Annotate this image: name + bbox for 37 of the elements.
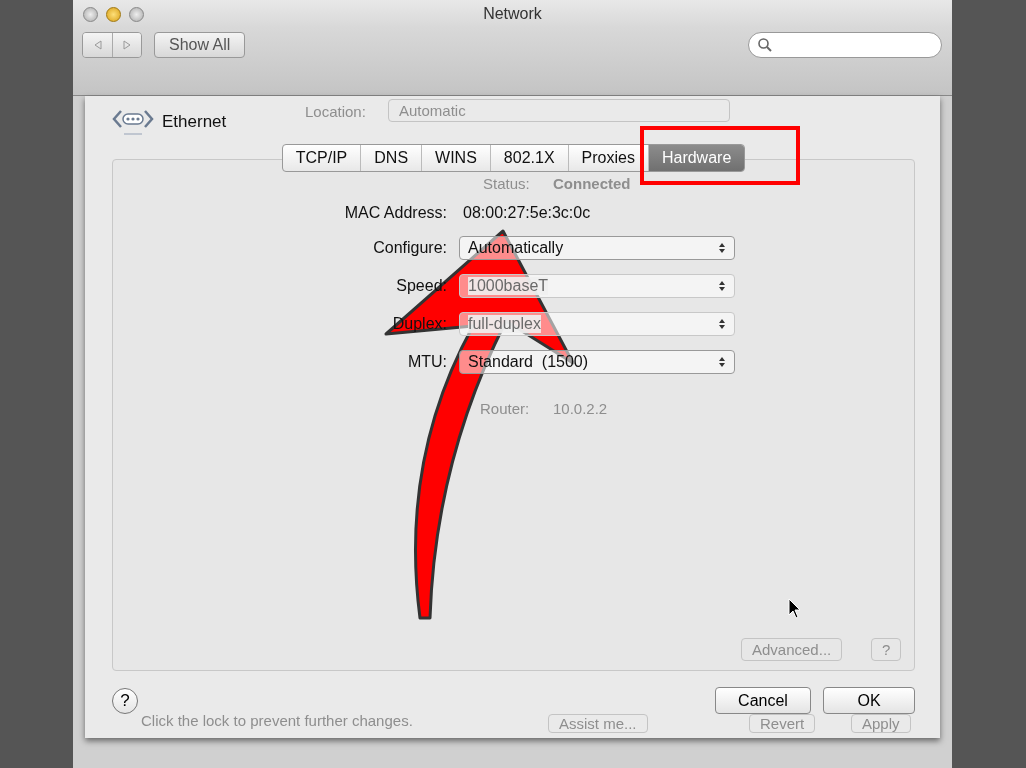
tab[interactable]: WINS	[421, 145, 490, 171]
lock-hint: Click the lock to prevent further changes.	[141, 712, 413, 729]
right-triangle-icon	[122, 40, 132, 50]
status-label: Status:	[483, 175, 530, 192]
location-label: Location:	[305, 103, 366, 120]
cancel-button[interactable]: Cancel	[715, 687, 811, 714]
zoom-button[interactable]	[129, 6, 144, 22]
tab[interactable]: 802.1X	[489, 145, 568, 171]
router-label: Router:	[480, 400, 530, 417]
field-label: MAC Address:	[344, 204, 447, 222]
tab[interactable]: Hardware	[647, 145, 745, 171]
service-name: Ethernet	[162, 112, 227, 132]
search-field[interactable]	[748, 32, 942, 58]
show-all-button[interactable]: Show All	[154, 32, 246, 58]
pointer-icon	[788, 598, 802, 620]
forward-button[interactable]	[112, 33, 141, 57]
tab[interactable]: DNS	[360, 145, 422, 171]
field-label: Configure:	[373, 239, 447, 257]
help-button[interactable]: ?	[112, 687, 138, 714]
field-label: MTU:	[407, 353, 447, 371]
updown-arrows-icon	[718, 280, 726, 292]
tab[interactable]: TCP/IP	[282, 145, 361, 171]
status-value: Connected	[553, 175, 631, 192]
back-button[interactable]	[83, 33, 112, 57]
router-value: 10.0.2.2	[553, 400, 608, 417]
left-triangle-icon	[92, 40, 103, 50]
close-button[interactable]	[83, 6, 98, 22]
popup-button[interactable]: Automatically	[459, 236, 735, 260]
window-title: Network	[483, 5, 542, 23]
updown-arrows-icon	[718, 242, 726, 254]
mac-address-value: 08:00:27:5e:3c:0c	[462, 204, 592, 222]
tab[interactable]: Proxies	[567, 145, 648, 171]
search-icon	[757, 37, 773, 53]
updown-arrows-icon	[718, 318, 726, 330]
updown-arrows-icon	[718, 356, 726, 368]
minimize-button[interactable]	[106, 6, 121, 22]
ok-button[interactable]: OK	[823, 687, 915, 714]
